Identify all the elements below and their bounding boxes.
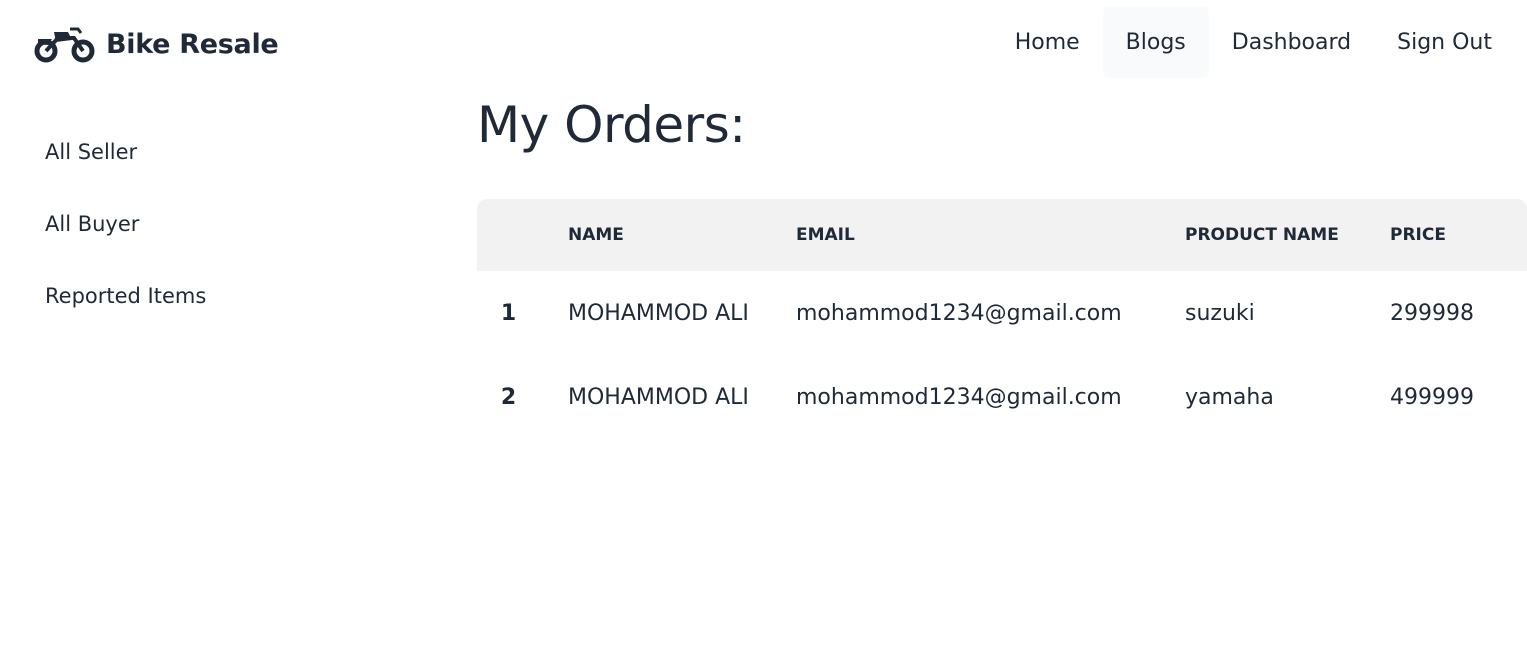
sidebar: All Seller All Buyer Reported Items: [26, 116, 426, 332]
sidebar-item-reported-items[interactable]: Reported Items: [26, 260, 426, 332]
nav-home[interactable]: Home: [992, 7, 1103, 78]
nav-dashboard[interactable]: Dashboard: [1209, 7, 1374, 78]
table-row: 1 MOHAMMOD ALI mohammod1234@gmail.com su…: [477, 271, 1527, 355]
row-price: 299998: [1390, 300, 1474, 326]
nav-menu: Home Blogs Dashboard Sign Out: [992, 7, 1515, 78]
orders-table-wrapper: NAME EMAIL PRODUCT NAME PRICE 1 MOHAMMOD…: [477, 199, 1527, 439]
header-name: NAME: [568, 225, 624, 245]
nav-blogs[interactable]: Blogs: [1102, 7, 1209, 78]
row-email: mohammod1234@gmail.com: [796, 300, 1122, 326]
main-content: My Orders: NAME EMAIL PRODUCT NAME PRICE…: [477, 88, 1527, 410]
top-navbar: Bike Resale Home Blogs Dashboard Sign Ou…: [0, 0, 1527, 88]
page-title: My Orders:: [477, 96, 746, 154]
row-index: 2: [500, 384, 517, 410]
row-price: 499999: [1390, 384, 1474, 410]
brand-link[interactable]: Bike Resale: [34, 22, 279, 66]
table-header-row: NAME EMAIL PRODUCT NAME PRICE: [477, 199, 1527, 271]
row-index: 1: [500, 300, 517, 326]
orders-table: NAME EMAIL PRODUCT NAME PRICE 1 MOHAMMOD…: [477, 199, 1527, 439]
nav-sign-out[interactable]: Sign Out: [1374, 7, 1515, 78]
sidebar-item-all-buyer[interactable]: All Buyer: [26, 188, 426, 260]
table-row: 2 MOHAMMOD ALI mohammod1234@gmail.com ya…: [477, 355, 1527, 439]
row-product-name: yamaha: [1185, 384, 1274, 410]
row-name: MOHAMMOD ALI: [568, 384, 749, 410]
row-product-name: suzuki: [1185, 300, 1255, 326]
brand-name: Bike Resale: [106, 28, 279, 60]
header-email: EMAIL: [796, 225, 855, 245]
header-product-name: PRODUCT NAME: [1185, 225, 1339, 245]
header-index: [477, 199, 540, 271]
sidebar-item-all-seller[interactable]: All Seller: [26, 116, 426, 188]
motorcycle-icon: [34, 24, 96, 64]
header-price: PRICE: [1390, 225, 1446, 245]
row-name: MOHAMMOD ALI: [568, 300, 749, 326]
row-email: mohammod1234@gmail.com: [796, 384, 1122, 410]
